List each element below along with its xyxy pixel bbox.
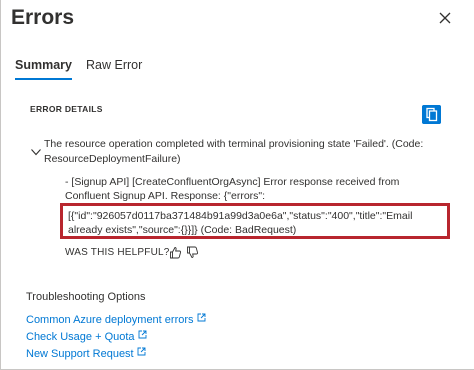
external-link-icon	[197, 313, 205, 322]
copy-icon[interactable]	[422, 105, 441, 124]
external-link-icon	[137, 347, 146, 356]
error-message: The resource operation completed with te…	[44, 138, 424, 165]
thumbs-down-icon[interactable]	[186, 246, 199, 259]
helpful-question: WAS THIS HELPFUL?	[65, 247, 170, 258]
troubleshooting-heading: Troubleshooting Options	[26, 291, 146, 303]
error-sub-message-block: - [Signup API] [CreateConfluentOrgAsync]…	[65, 175, 410, 203]
chevron-down-icon[interactable]	[30, 146, 42, 158]
link-check-usage-quota[interactable]: Check Usage + Quota	[26, 330, 147, 343]
thumbs-up-icon[interactable]	[169, 246, 182, 259]
tab-selected-indicator	[15, 78, 72, 80]
tab-raw-error[interactable]: Raw Error	[86, 58, 142, 72]
link-label[interactable]: Check Usage + Quota	[26, 331, 135, 343]
link-label[interactable]: Common Azure deployment errors	[26, 314, 194, 326]
error-panel: Errors Summary Raw Error ERROR DETAILS T…	[0, 0, 474, 370]
highlighted-error-box: [{"id":"926057d0117ba371484b91a99d3a0e6a…	[60, 203, 450, 239]
tab-summary[interactable]: Summary	[15, 58, 72, 72]
error-details-heading: ERROR DETAILS	[30, 104, 103, 114]
error-sub-message: - [Signup API] [CreateConfluentOrgAsync]…	[65, 176, 403, 202]
link-common-azure-deployment-errors[interactable]: Common Azure deployment errors	[26, 313, 206, 326]
close-icon[interactable]	[434, 7, 456, 29]
link-label[interactable]: New Support Request	[26, 348, 134, 360]
external-link-icon	[138, 330, 146, 339]
highlighted-error-text: [{"id":"926057d0117ba371484b91a99d3a0e6a…	[68, 210, 413, 236]
link-new-support-request[interactable]: New Support Request	[26, 347, 146, 360]
panel-title: Errors	[11, 6, 75, 29]
